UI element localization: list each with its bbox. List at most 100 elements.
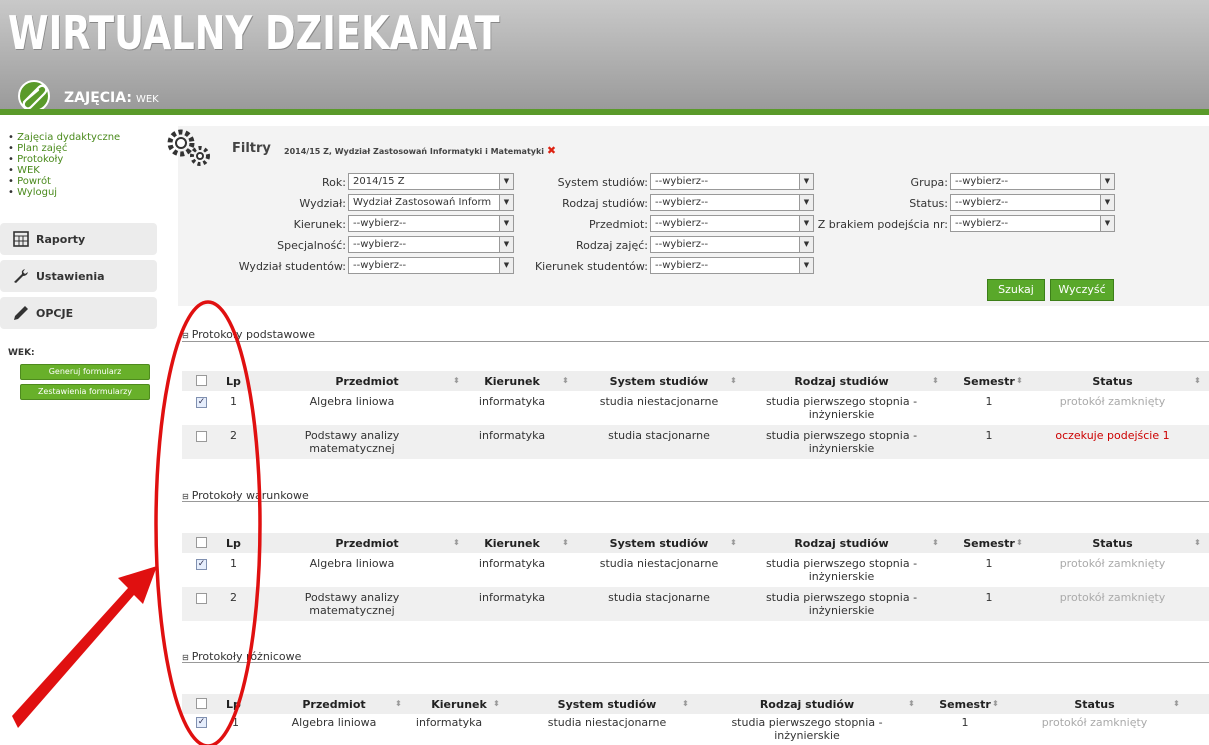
status-badge: protokół zamknięty (1059, 591, 1166, 604)
row-checkbox[interactable] (196, 593, 207, 604)
wydzial-label: Wydział: (299, 197, 346, 210)
przedmiot-select[interactable]: --wybierz-- ▼ (650, 215, 814, 232)
row-checkbox[interactable]: ✓ (196, 397, 207, 408)
sort-icon[interactable]: ⬍ (1173, 699, 1180, 708)
specjalnosc-select[interactable]: --wybierz-- ▼ (348, 236, 514, 253)
col-system[interactable]: System studiów (578, 375, 740, 388)
sidebar-opcje[interactable]: OPCJE (0, 297, 157, 329)
table-row[interactable]: ✓ 1 Algebra liniowa informatyka studia n… (182, 714, 1209, 745)
chevron-down-icon: ▼ (499, 195, 513, 210)
header-divider (0, 109, 1209, 115)
status-badge: protokół zamknięty (1059, 395, 1166, 408)
pencil-icon (14, 306, 28, 320)
sort-icon[interactable]: ⬍ (1016, 538, 1023, 547)
sort-icon[interactable]: ⬍ (395, 699, 402, 708)
sort-icon[interactable]: ⬍ (1016, 376, 1023, 385)
group-divider (182, 341, 1209, 342)
rodzaj-studiow-label: Rodzaj studiów: (562, 197, 648, 210)
table-row[interactable]: ✓ 1 Algebra liniowa informatyka studia n… (182, 391, 1209, 425)
sort-icon[interactable]: ⬍ (730, 538, 737, 547)
chevron-down-icon: ▼ (499, 237, 513, 252)
wek-label: WEK: (8, 348, 35, 358)
sort-icon[interactable]: ⬍ (932, 376, 939, 385)
sidebar-raporty[interactable]: Raporty (0, 223, 157, 255)
section-title: ZAJĘCIA: WEK (64, 90, 159, 106)
status-select[interactable]: --wybierz-- ▼ (950, 194, 1115, 211)
col-lp[interactable]: Lp (226, 375, 241, 388)
wrench-icon (14, 269, 28, 283)
clear-filter-icon[interactable]: ✖ (547, 144, 556, 157)
sort-icon[interactable]: ⬍ (992, 699, 999, 708)
col-rodzaj[interactable]: Rodzaj studiów (743, 375, 940, 388)
group-divider (182, 501, 1209, 502)
sort-icon[interactable]: ⬍ (493, 699, 500, 708)
table-header: Lp Przedmiot ⬍ Kierunek ⬍ System studiów… (182, 694, 1209, 714)
filters-title: Filtry (232, 141, 271, 156)
kierunek-studentow-select[interactable]: --wybierz-- ▼ (650, 257, 814, 274)
wydzial-studentow-label: Wydział studentów: (238, 260, 346, 273)
col-przedmiot[interactable]: Przedmiot (292, 375, 442, 388)
select-all-checkbox[interactable] (196, 375, 207, 386)
sidebar-item-wyloguj[interactable]: Wyloguj (8, 187, 157, 198)
rok-label: Rok: (322, 176, 346, 189)
rok-select[interactable]: 2014/15 Z ▼ (348, 173, 514, 190)
rodzaj-zajec-label: Rodzaj zajęć: (575, 239, 648, 252)
clear-button[interactable]: Wyczyść (1050, 279, 1114, 301)
group-divider (182, 662, 1209, 663)
system-select[interactable]: --wybierz-- ▼ (650, 173, 814, 190)
wydzial-select[interactable]: Wydział Zastosowań Inform ▼ (348, 194, 514, 211)
col-kierunek[interactable]: Kierunek (467, 375, 557, 388)
specjalnosc-label: Specjalność: (277, 239, 346, 252)
row-checkbox[interactable]: ✓ (196, 717, 207, 728)
search-button[interactable]: Szukaj (987, 279, 1045, 301)
paperclip-icon (18, 80, 50, 110)
row-checkbox[interactable] (196, 431, 207, 442)
przedmiot-label: Przedmiot: (588, 218, 648, 231)
sort-icon[interactable]: ⬍ (562, 538, 569, 547)
sort-icon[interactable]: ⬍ (453, 538, 460, 547)
filters-subtitle: 2014/15 Z, Wydział Zastosowań Informatyk… (284, 144, 557, 157)
rodzaj-zajec-select[interactable]: --wybierz-- ▼ (650, 236, 814, 253)
chevron-down-icon: ▼ (1100, 195, 1114, 210)
app-header: WIRTUALNY DZIEKANAT ZAJĘCIA: WEK (0, 0, 1209, 110)
sidebar-item-zajecia[interactable]: Zajęcia dydaktyczne (8, 132, 157, 143)
sidebar-item-plan[interactable]: Plan zajęć (8, 143, 157, 154)
calculator-icon (13, 231, 29, 247)
chevron-down-icon: ▼ (499, 216, 513, 231)
sort-icon[interactable]: ⬍ (562, 376, 569, 385)
chevron-down-icon: ▼ (499, 258, 513, 273)
group-title-podstawowe[interactable]: ⊟ Protokoły podstawowe (182, 328, 315, 341)
chevron-down-icon: ▼ (1100, 174, 1114, 189)
generate-form-button[interactable]: Generuj formularz (20, 364, 150, 380)
chevron-down-icon: ▼ (1100, 216, 1114, 231)
wydzial-studentow-select[interactable]: --wybierz-- ▼ (348, 257, 514, 274)
sort-icon[interactable]: ⬍ (1194, 538, 1201, 547)
podejscie-select[interactable]: --wybierz-- ▼ (950, 215, 1115, 232)
col-status[interactable]: Status (1030, 375, 1195, 388)
sort-icon[interactable]: ⬍ (1194, 376, 1201, 385)
row-checkbox[interactable]: ✓ (196, 559, 207, 570)
table-row[interactable]: 2 Podstawy analizy matematycznej informa… (182, 587, 1209, 621)
sort-icon[interactable]: ⬍ (730, 376, 737, 385)
app-brand: WIRTUALNY DZIEKANAT (8, 6, 500, 60)
podejscie-label: Z brakiem podejścia nr: (817, 218, 948, 231)
sidebar-item-powrot[interactable]: Powrót (8, 176, 157, 187)
table-row[interactable]: 2 Podstawy analizy matematycznej informa… (182, 425, 1209, 459)
sort-icon[interactable]: ⬍ (908, 699, 915, 708)
collapse-icon: ⊟ (182, 492, 189, 501)
sidebar-ustawienia[interactable]: Ustawienia (0, 260, 157, 292)
form-summaries-button[interactable]: Zestawienia formularzy (20, 384, 150, 400)
sort-icon[interactable]: ⬍ (682, 699, 689, 708)
table-row[interactable]: ✓ 1 Algebra liniowa informatyka studia n… (182, 553, 1209, 587)
sidebar-menu: Zajęcia dydaktyczne Plan zajęć Protokoły… (8, 132, 157, 198)
select-all-checkbox[interactable] (196, 698, 207, 709)
sort-icon[interactable]: ⬍ (453, 376, 460, 385)
kierunek-select[interactable]: --wybierz-- ▼ (348, 215, 514, 232)
sidebar-item-wek[interactable]: WEK (8, 165, 157, 176)
select-all-checkbox[interactable] (196, 537, 207, 548)
sort-icon[interactable]: ⬍ (932, 538, 939, 547)
sidebar-item-protokoly[interactable]: Protokoły (8, 154, 157, 165)
collapse-icon: ⊟ (182, 331, 189, 340)
rodzaj-studiow-select[interactable]: --wybierz-- ▼ (650, 194, 814, 211)
grupa-select[interactable]: --wybierz-- ▼ (950, 173, 1115, 190)
